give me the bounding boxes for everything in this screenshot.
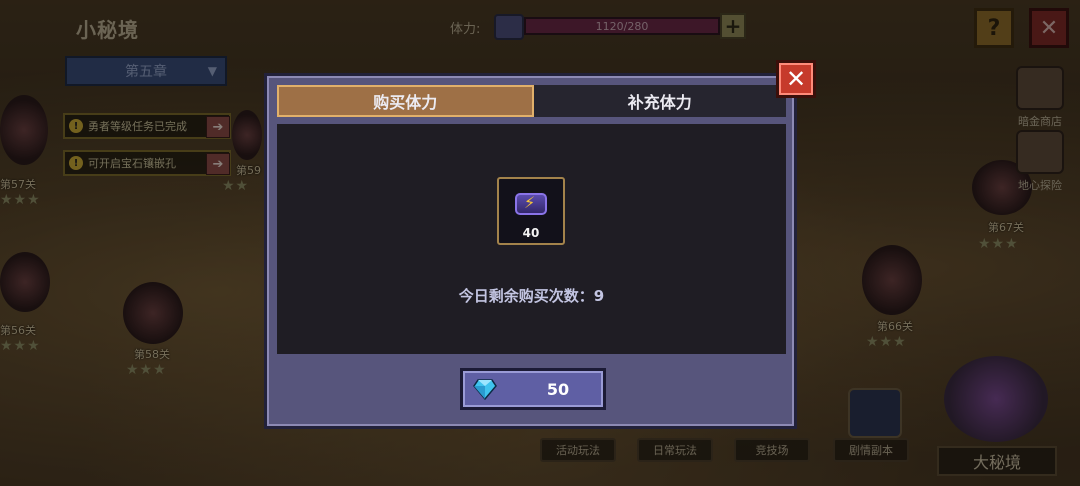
price-value: 50 <box>546 379 570 399</box>
stamina-dialog: 购买体力 补充体力 ⚡ 40 今日剩余购买次数：9 50 <box>264 73 797 429</box>
dialog-tabs: 购买体力 补充体力 <box>277 85 786 117</box>
diamond-icon <box>473 379 497 401</box>
remaining-purchases-text: 今日剩余购买次数：9 <box>458 287 605 305</box>
lightning-icon: ⚡ <box>524 193 536 212</box>
close-dialog-button[interactable]: ✕ <box>776 60 816 98</box>
tab-refill-stamina[interactable]: 补充体力 <box>534 85 787 117</box>
stamina-item-slot[interactable]: ⚡ 40 <box>497 177 565 245</box>
tab-buy-stamina[interactable]: 购买体力 <box>277 85 534 117</box>
buy-button[interactable]: 50 <box>460 368 606 410</box>
dialog-content: ⚡ 40 今日剩余购买次数：9 <box>277 124 786 354</box>
item-quantity: 40 <box>522 226 540 240</box>
